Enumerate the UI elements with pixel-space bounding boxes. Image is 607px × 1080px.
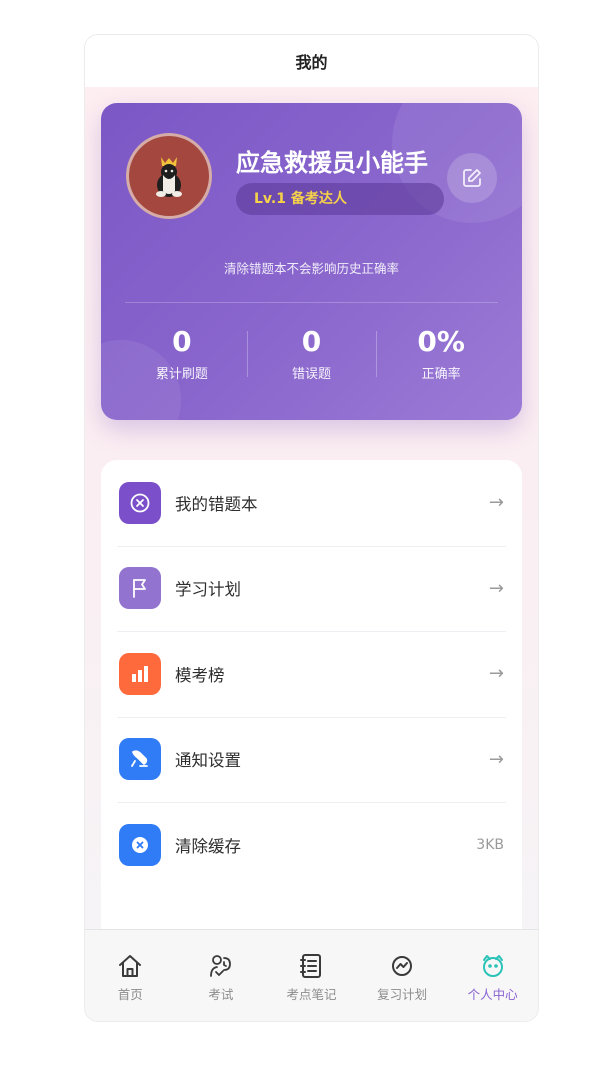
level-badge: Lv.1 备考达人 (236, 183, 444, 215)
tab-bar: 首页 考试 考点笔记 复习计划 个人中心 (85, 929, 538, 1021)
arrow-right-icon: → (488, 492, 504, 514)
stat-accuracy[interactable]: 0% 正确率 (376, 325, 506, 395)
tab-home[interactable]: 首页 (85, 930, 176, 1021)
menu-label: 通知设置 (175, 751, 241, 771)
content-area: 应急救援员小能手 Lv.1 备考达人 清除错题本不会影响历史正确率 0 累计刷题… (85, 87, 538, 929)
profile-hint: 清除错题本不会影响历史正确率 (223, 261, 399, 276)
profile-card: 应急救援员小能手 Lv.1 备考达人 清除错题本不会影响历史正确率 0 累计刷题… (101, 103, 522, 420)
menu-item-clear-cache[interactable]: 清除缓存 3KB (101, 802, 522, 888)
edit-profile-button[interactable] (447, 153, 497, 203)
stat-value: 0 (301, 325, 322, 358)
stat-value: 0% (417, 325, 465, 358)
menu-item-mock-rank[interactable]: 模考榜 → (101, 631, 522, 717)
stat-total-questions[interactable]: 0 累计刷题 (117, 325, 247, 395)
clear-icon (119, 823, 161, 866)
arrow-right-icon: → (488, 748, 504, 770)
menu-label: 模考榜 (175, 665, 225, 685)
tab-label: 考点笔记 (286, 987, 337, 1002)
page-title: 我的 (295, 53, 328, 72)
flag-icon (119, 567, 161, 610)
menu-card: 我的错题本 → 学习计划 → 模考榜 → 通知设置 → 清除缓存 3KB (101, 460, 522, 929)
stat-wrong-questions[interactable]: 0 错误题 (246, 325, 377, 395)
tab-label: 个人中心 (467, 987, 518, 1002)
arrow-right-icon: → (488, 577, 504, 599)
edit-icon (463, 169, 481, 187)
user-name: 应急救援员小能手 (236, 149, 428, 177)
notebook-icon (300, 954, 322, 978)
profile-icon (482, 955, 503, 977)
stat-label: 累计刷题 (155, 367, 208, 382)
stat-label: 错误题 (292, 367, 332, 382)
tab-profile[interactable]: 个人中心 (447, 930, 538, 1021)
x-circle-icon (119, 481, 161, 524)
cat-avatar-icon (156, 157, 182, 197)
tab-notes[interactable]: 考点笔记 (266, 930, 357, 1021)
bell-icon (119, 738, 161, 781)
menu-item-study-plan[interactable]: 学习计划 → (101, 545, 522, 632)
avatar[interactable] (126, 133, 212, 219)
arrow-right-icon: → (488, 663, 504, 685)
nav-bar: 我的 (85, 35, 538, 87)
divider (125, 302, 498, 303)
menu-item-notification-settings[interactable]: 通知设置 → (101, 716, 522, 803)
bar-chart-icon (119, 652, 161, 695)
review-icon (392, 956, 413, 976)
menu-label: 我的错题本 (175, 494, 258, 514)
phone-frame: 我的 应急救援员小能手 Lv.1 备考达人 清除错题本不会影响历史正确率 0 累… (84, 34, 539, 1022)
home-icon (119, 955, 142, 977)
tab-label: 复习计划 (377, 987, 428, 1002)
menu-item-wrong-book[interactable]: 我的错题本 → (101, 460, 522, 546)
tab-label: 首页 (117, 987, 143, 1002)
tab-review-plan[interactable]: 复习计划 (357, 930, 448, 1021)
stats-row: 0 累计刷题 0 错误题 0% 正确率 (117, 325, 506, 395)
exam-icon (209, 955, 231, 977)
stat-label: 正确率 (421, 367, 461, 382)
tab-exam[interactable]: 考试 (176, 930, 267, 1021)
menu-label: 清除缓存 (175, 836, 241, 856)
tab-label: 考试 (208, 987, 234, 1002)
menu-label: 学习计划 (175, 580, 241, 600)
stat-value: 0 (172, 325, 192, 358)
cache-size: 3KB (476, 836, 504, 853)
